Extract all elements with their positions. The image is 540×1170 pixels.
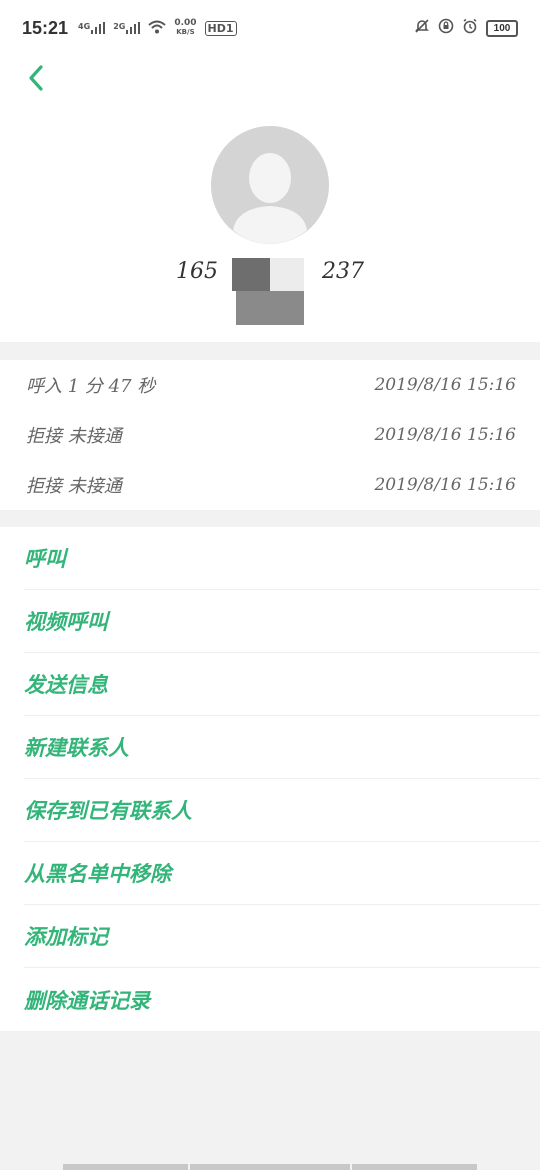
phone-number-left: 165 xyxy=(176,259,218,284)
add-tag-button[interactable]: 添加标记 xyxy=(24,905,540,968)
nav-hint-bar xyxy=(63,1164,188,1170)
call-button[interactable]: 呼叫 xyxy=(24,527,540,590)
person-icon xyxy=(211,126,329,244)
status-right: 100 xyxy=(414,18,518,38)
net-speed: 0.00 KB/S xyxy=(174,19,196,37)
back-button[interactable] xyxy=(18,62,54,98)
delete-call-log-button[interactable]: 删除通话记录 xyxy=(24,968,540,1031)
wifi-icon xyxy=(148,20,166,37)
new-contact-button[interactable]: 新建联系人 xyxy=(24,716,540,779)
status-bar: 15:21 4G 2G 0.00 KB/S HD1 100 xyxy=(0,0,540,56)
call-type: 呼入 1 分 47 秒 xyxy=(26,376,156,397)
send-message-button[interactable]: 发送信息 xyxy=(24,653,540,716)
battery-icon: 100 xyxy=(486,19,518,37)
status-time: 15:21 xyxy=(22,17,69,38)
call-log: 呼入 1 分 47 秒 2019/8/16 15:16 拒接 未接通 2019/… xyxy=(0,360,540,510)
net1-label: 4G xyxy=(78,22,91,31)
contact-header: 165 237 xyxy=(0,56,540,342)
net-speed-unit: KB/S xyxy=(176,28,195,36)
mute-bell-icon xyxy=(414,18,430,38)
avatar xyxy=(211,126,329,244)
remove-from-blacklist-button[interactable]: 从黑名单中移除 xyxy=(24,842,540,905)
video-call-button[interactable]: 视频呼叫 xyxy=(24,590,540,653)
call-type: 拒接 未接通 xyxy=(26,426,122,447)
status-left: 15:21 4G 2G 0.00 KB/S HD1 xyxy=(22,18,237,39)
call-log-row: 拒接 未接通 2019/8/16 15:16 xyxy=(0,410,540,460)
phone-number-right: 237 xyxy=(322,259,364,284)
call-time: 2019/8/16 15:16 xyxy=(374,475,516,495)
alarm-icon xyxy=(462,18,478,38)
nav-hint-bar xyxy=(190,1164,350,1170)
redaction-block xyxy=(270,258,304,291)
signal2-icon: 2G xyxy=(113,22,141,34)
call-time: 2019/8/16 15:16 xyxy=(374,425,516,445)
net-speed-value: 0.00 xyxy=(174,18,197,28)
call-type: 拒接 未接通 xyxy=(26,476,122,497)
chevron-left-icon xyxy=(27,64,45,96)
redaction-block xyxy=(236,291,304,325)
nav-hint-bar xyxy=(352,1164,477,1170)
hd-icon: HD1 xyxy=(204,20,237,36)
redaction-block xyxy=(232,258,270,291)
call-time: 2019/8/16 15:16 xyxy=(374,375,516,395)
call-log-row: 呼入 1 分 47 秒 2019/8/16 15:16 xyxy=(0,360,540,410)
save-to-existing-contact-button[interactable]: 保存到已有联系人 xyxy=(24,779,540,842)
call-log-row: 拒接 未接通 2019/8/16 15:16 xyxy=(0,460,540,510)
signal-icon: 4G xyxy=(78,22,106,34)
status-network-icons: 4G 2G 0.00 KB/S HD1 xyxy=(78,19,237,37)
net2-label: 2G xyxy=(113,22,126,31)
action-list: 呼叫 视频呼叫 发送信息 新建联系人 保存到已有联系人 从黑名单中移除 添加标记… xyxy=(0,527,540,1031)
rotation-lock-icon xyxy=(438,18,454,38)
